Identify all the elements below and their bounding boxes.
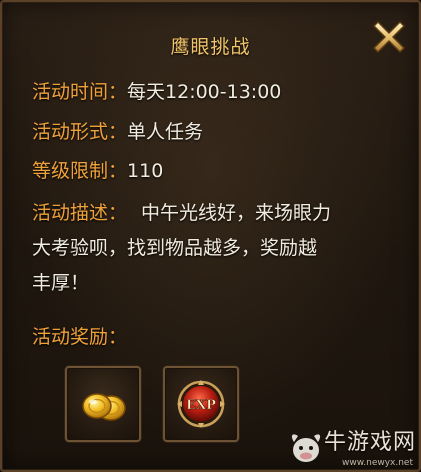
reward-title: 活动奖励：: [32, 326, 128, 348]
description-line-1: 活动描述： 中午光线好，来场眼力: [32, 196, 392, 231]
reward-slot-gold[interactable]: [65, 366, 141, 442]
description-line-2: 大考验呗，找到物品越多，奖励越: [32, 237, 318, 259]
gold-coins-icon: [82, 393, 126, 421]
dialog-title: 鹰眼挑战: [170, 36, 251, 58]
exp-orb-icon: EXP: [177, 380, 225, 428]
close-button[interactable]: [366, 14, 412, 60]
watermark-brand: 牛游戏网: [324, 430, 417, 455]
exp-label: EXP: [186, 398, 216, 413]
activity-time-label: 活动时间：: [32, 81, 128, 103]
close-x-icon: [373, 21, 405, 53]
reward-slot-exp[interactable]: EXP: [163, 366, 239, 442]
activity-dialog: 鹰眼挑战 活动时间：每天12:00-13:00 活动形式：单人任务 等级限制：1…: [0, 0, 421, 472]
activity-form-value: 单人任务: [127, 121, 204, 143]
activity-time-row: 活动时间：每天12:00-13:00: [32, 80, 281, 104]
watermark-url: www.newyx.net: [342, 458, 414, 468]
level-limit-row: 等级限制：110: [32, 159, 163, 183]
level-limit-value: 110: [127, 160, 164, 182]
activity-form-row: 活动形式：单人任务: [32, 120, 203, 144]
activity-time-value: 每天12:00-13:00: [127, 81, 282, 103]
description-line-3: 丰厚！: [32, 272, 90, 294]
activity-description: 活动描述： 中午光线好，来场眼力 大考验呗，找到物品越多，奖励越 丰厚！: [32, 196, 392, 301]
level-limit-label: 等级限制：: [32, 160, 128, 182]
activity-form-label: 活动形式：: [32, 121, 128, 143]
description-text-1: 中午光线好，来场眼力: [141, 202, 332, 224]
activity-desc-label: 活动描述：: [32, 202, 128, 224]
